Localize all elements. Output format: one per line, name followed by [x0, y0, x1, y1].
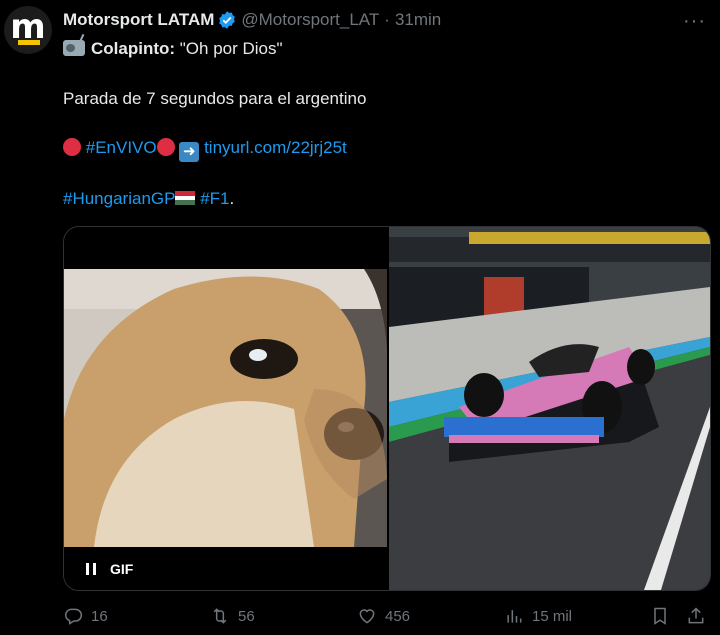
views-button[interactable]: 15 mil — [504, 606, 572, 626]
reply-icon — [65, 608, 83, 625]
avatar-logo-bar — [18, 40, 40, 45]
tweet-header: Motorsport LATAM @Motorsport_LAT · 31min — [63, 10, 441, 30]
red-circle-icon — [156, 138, 175, 156]
hungary-flag-icon — [175, 191, 196, 205]
bookmark-icon — [654, 607, 666, 625]
views-count: 15 mil — [532, 607, 573, 625]
pit-lane-photo[interactable] — [389, 227, 710, 590]
timestamp[interactable]: 31min — [395, 10, 441, 30]
verified-badge-icon[interactable] — [217, 10, 237, 30]
repost-count: 56 — [238, 607, 255, 625]
avatar-logo-letter: m — [10, 7, 46, 47]
gif-panel[interactable]: GIF — [64, 227, 387, 590]
red-circle-icon — [63, 138, 81, 156]
tweet-line-live: #EnVIVO ➜ tinyurl.com/22jrj25t — [63, 137, 347, 162]
gif-controls: GIF — [64, 547, 387, 590]
heart-icon — [359, 609, 375, 624]
tweet-line-hashtags: #HungarianGP #F1. — [63, 188, 234, 210]
separator-dot: · — [384, 10, 390, 29]
like-button[interactable]: 456 — [357, 606, 410, 626]
url-link[interactable]: tinyurl.com/22jrj25t — [204, 138, 347, 157]
quote-text: "Oh por Dios" — [175, 39, 283, 58]
reply-button[interactable]: 16 — [63, 606, 108, 626]
tweet-line-description: Parada de 7 segundos para el argentino — [63, 89, 367, 108]
more-options-icon[interactable]: ··· — [683, 10, 706, 33]
gif-badge: GIF — [110, 560, 134, 577]
right-arrow-icon: ➜ — [179, 142, 200, 162]
pause-icon[interactable] — [86, 562, 96, 575]
like-count: 456 — [385, 607, 411, 625]
display-name[interactable]: Motorsport LATAM — [63, 10, 214, 30]
action-bar: 16 56 456 15 mil — [63, 606, 713, 630]
crying-dog-gif[interactable] — [64, 269, 387, 547]
media-grid: GIF — [63, 226, 711, 591]
radio-emoji-icon — [63, 40, 85, 56]
hashtag-hungariangp-link[interactable]: #HungarianGP — [63, 189, 175, 208]
quote-speaker: Colapinto: — [91, 39, 176, 58]
bookmark-button[interactable] — [650, 606, 670, 626]
trailing-period: . — [229, 189, 235, 208]
reply-count: 16 — [91, 607, 108, 625]
repost-icon — [213, 608, 227, 624]
views-chart-icon — [507, 610, 522, 623]
tweet-line-quote: Colapinto: "Oh por Dios" — [63, 38, 283, 60]
share-icon — [688, 607, 704, 624]
live-hashtag-link[interactable]: #EnVIVO — [86, 138, 157, 157]
handle[interactable]: @Motorsport_LAT — [241, 10, 379, 30]
share-button[interactable] — [686, 606, 706, 626]
hashtag-f1-link[interactable]: #F1 — [200, 189, 229, 208]
avatar[interactable]: m — [4, 6, 52, 54]
repost-button[interactable]: 56 — [210, 606, 255, 626]
